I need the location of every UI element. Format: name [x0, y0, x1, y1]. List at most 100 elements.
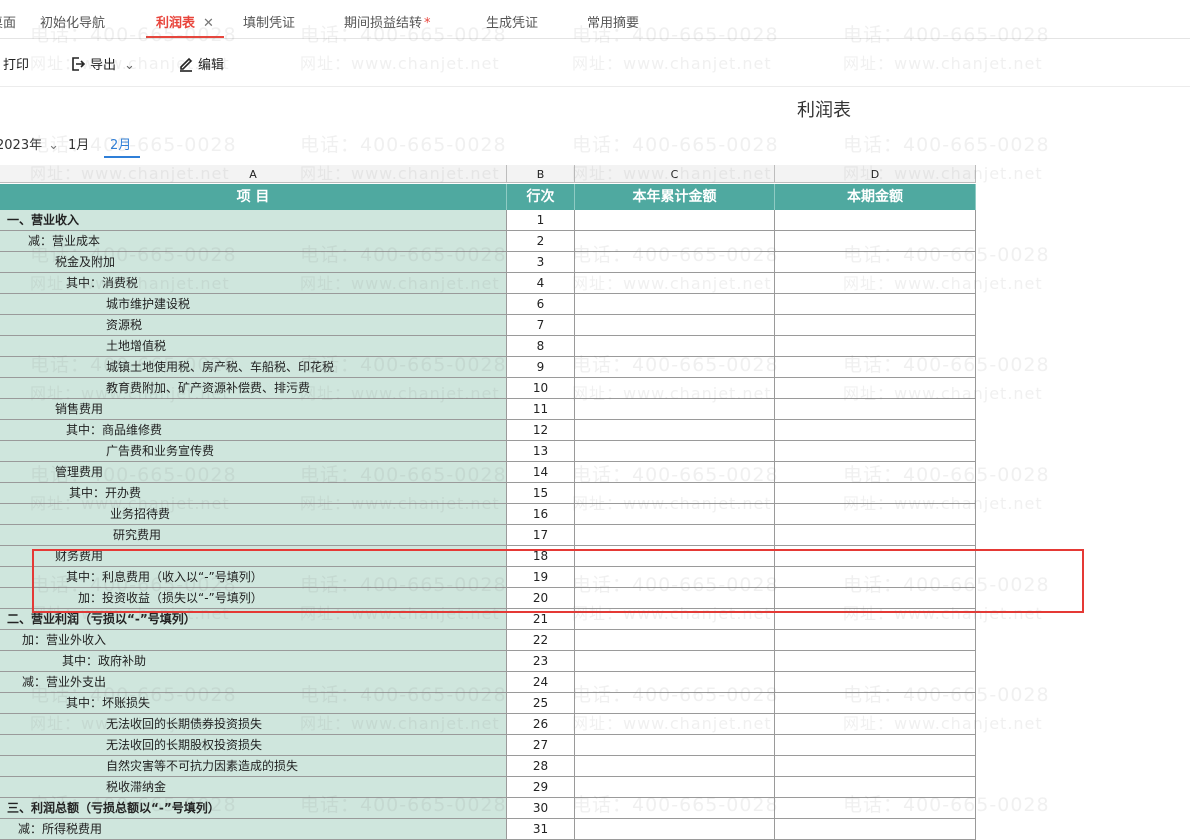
current-amount-cell[interactable]: [775, 798, 976, 819]
item-cell[interactable]: 一、营业收入: [0, 210, 507, 231]
row-number-cell[interactable]: 16: [507, 504, 575, 525]
ytd-amount-cell[interactable]: [575, 294, 775, 315]
tab-fill-voucher[interactable]: 填制凭证: [243, 0, 295, 36]
ytd-amount-cell[interactable]: [575, 336, 775, 357]
item-cell[interactable]: 三、利润总额（亏损总额以“-”号填列）: [0, 798, 507, 819]
export-button[interactable]: 导出 ⌄: [70, 54, 135, 73]
row-number-cell[interactable]: 7: [507, 315, 575, 336]
row-number-cell[interactable]: 19: [507, 567, 575, 588]
row-number-cell[interactable]: 11: [507, 399, 575, 420]
row-number-cell[interactable]: 14: [507, 462, 575, 483]
tab-init-guide[interactable]: 初始化导航: [40, 0, 105, 36]
item-cell[interactable]: 城镇土地使用税、房产税、车船税、印花税: [0, 357, 507, 378]
ytd-amount-cell[interactable]: [575, 420, 775, 441]
row-number-cell[interactable]: 26: [507, 714, 575, 735]
ytd-amount-cell[interactable]: [575, 735, 775, 756]
current-amount-cell[interactable]: [775, 504, 976, 525]
item-cell[interactable]: 其中：开办费: [0, 483, 507, 504]
ytd-amount-cell[interactable]: [575, 567, 775, 588]
row-number-cell[interactable]: 1: [507, 210, 575, 231]
row-number-cell[interactable]: 15: [507, 483, 575, 504]
row-number-cell[interactable]: 29: [507, 777, 575, 798]
row-number-cell[interactable]: 17: [507, 525, 575, 546]
row-number-cell[interactable]: 12: [507, 420, 575, 441]
item-cell[interactable]: 减：营业外支出: [0, 672, 507, 693]
current-amount-cell[interactable]: [775, 231, 976, 252]
ytd-amount-cell[interactable]: [575, 630, 775, 651]
item-cell[interactable]: 减：所得税费用: [0, 819, 507, 840]
ytd-amount-cell[interactable]: [575, 651, 775, 672]
ytd-amount-cell[interactable]: [575, 609, 775, 630]
ytd-amount-cell[interactable]: [575, 672, 775, 693]
ytd-amount-cell[interactable]: [575, 252, 775, 273]
item-cell[interactable]: 税收滞纳金: [0, 777, 507, 798]
current-amount-cell[interactable]: [775, 399, 976, 420]
row-number-cell[interactable]: 21: [507, 609, 575, 630]
current-amount-cell[interactable]: [775, 357, 976, 378]
year-selector[interactable]: 2023年 ⌄: [0, 134, 59, 153]
row-number-cell[interactable]: 3: [507, 252, 575, 273]
item-cell[interactable]: 资源税: [0, 315, 507, 336]
tab-generate-voucher[interactable]: 生成凭证: [486, 0, 538, 36]
item-cell[interactable]: 其中：坏账损失: [0, 693, 507, 714]
current-amount-cell[interactable]: [775, 483, 976, 504]
close-icon[interactable]: ✕: [203, 16, 214, 31]
row-number-cell[interactable]: 10: [507, 378, 575, 399]
item-cell[interactable]: 财务费用: [0, 546, 507, 567]
current-amount-cell[interactable]: [775, 588, 976, 609]
item-cell[interactable]: 税金及附加: [0, 252, 507, 273]
ytd-amount-cell[interactable]: [575, 525, 775, 546]
tab-common-summary[interactable]: 常用摘要: [587, 0, 639, 36]
item-cell[interactable]: 加：投资收益（损失以“-”号填列）: [0, 588, 507, 609]
tab-period-pl-transfer[interactable]: 期间损益结转 *: [344, 0, 431, 36]
ytd-amount-cell[interactable]: [575, 777, 775, 798]
current-amount-cell[interactable]: [775, 819, 976, 840]
item-cell[interactable]: 业务招待费: [0, 504, 507, 525]
ytd-amount-cell[interactable]: [575, 462, 775, 483]
item-cell[interactable]: 广告费和业务宣传费: [0, 441, 507, 462]
current-amount-cell[interactable]: [775, 735, 976, 756]
current-amount-cell[interactable]: [775, 441, 976, 462]
column-header-b[interactable]: B: [507, 165, 575, 183]
current-amount-cell[interactable]: [775, 609, 976, 630]
ytd-amount-cell[interactable]: [575, 357, 775, 378]
item-cell[interactable]: 其中：利息费用（收入以“-”号填列）: [0, 567, 507, 588]
row-number-cell[interactable]: 4: [507, 273, 575, 294]
edit-button[interactable]: 编辑: [178, 54, 224, 73]
item-cell[interactable]: 无法收回的长期债券投资损失: [0, 714, 507, 735]
current-amount-cell[interactable]: [775, 462, 976, 483]
ytd-amount-cell[interactable]: [575, 441, 775, 462]
current-amount-cell[interactable]: [775, 273, 976, 294]
row-number-cell[interactable]: 31: [507, 819, 575, 840]
ytd-amount-cell[interactable]: [575, 210, 775, 231]
row-number-cell[interactable]: 30: [507, 798, 575, 819]
ytd-amount-cell[interactable]: [575, 798, 775, 819]
month-tab-feb[interactable]: 2月: [110, 134, 131, 153]
current-amount-cell[interactable]: [775, 777, 976, 798]
item-cell[interactable]: 自然灾害等不可抗力因素造成的损失: [0, 756, 507, 777]
current-amount-cell[interactable]: [775, 294, 976, 315]
item-cell[interactable]: 其中：消费税: [0, 273, 507, 294]
ytd-amount-cell[interactable]: [575, 756, 775, 777]
tab-income-statement[interactable]: 利润表 ✕: [146, 0, 224, 38]
item-cell[interactable]: 教育费附加、矿产资源补偿费、排污费: [0, 378, 507, 399]
item-cell[interactable]: 减：营业成本: [0, 231, 507, 252]
current-amount-cell[interactable]: [775, 378, 976, 399]
current-amount-cell[interactable]: [775, 252, 976, 273]
row-number-cell[interactable]: 13: [507, 441, 575, 462]
current-amount-cell[interactable]: [775, 651, 976, 672]
item-cell[interactable]: 二、营业利润（亏损以“-”号填列）: [0, 609, 507, 630]
current-amount-cell[interactable]: [775, 210, 976, 231]
ytd-amount-cell[interactable]: [575, 483, 775, 504]
ytd-amount-cell[interactable]: [575, 504, 775, 525]
item-cell[interactable]: 销售费用: [0, 399, 507, 420]
ytd-amount-cell[interactable]: [575, 231, 775, 252]
current-amount-cell[interactable]: [775, 756, 976, 777]
current-amount-cell[interactable]: [775, 525, 976, 546]
ytd-amount-cell[interactable]: [575, 588, 775, 609]
ytd-amount-cell[interactable]: [575, 378, 775, 399]
column-header-a[interactable]: A: [0, 165, 507, 183]
ytd-amount-cell[interactable]: [575, 399, 775, 420]
current-amount-cell[interactable]: [775, 315, 976, 336]
ytd-amount-cell[interactable]: [575, 819, 775, 840]
